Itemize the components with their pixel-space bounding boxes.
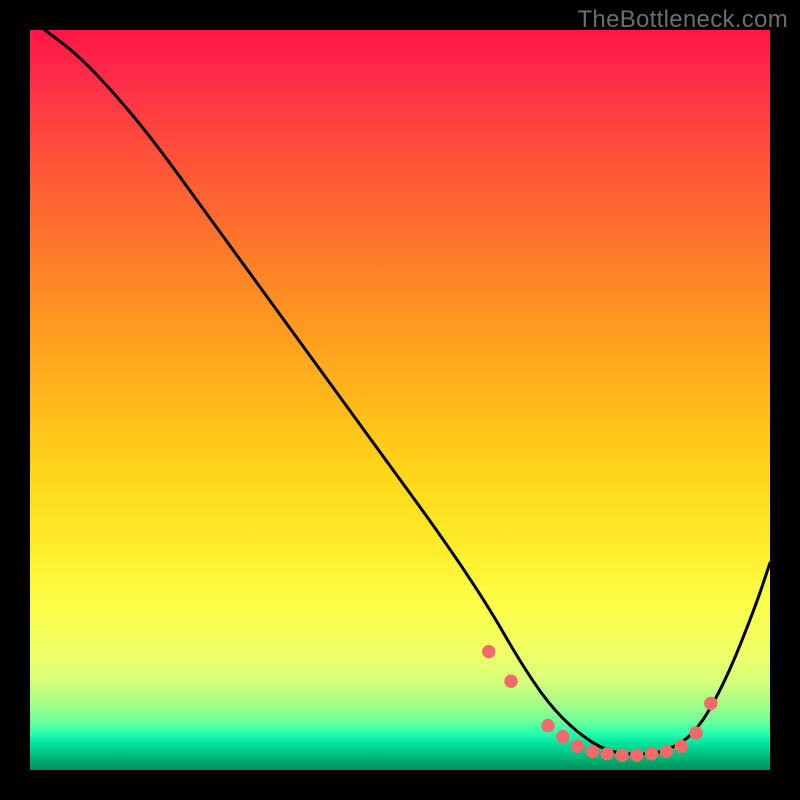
marker-dot bbox=[704, 697, 717, 710]
marker-dots-group bbox=[482, 645, 717, 762]
marker-dot bbox=[586, 745, 599, 758]
marker-dot bbox=[689, 726, 702, 739]
marker-dot bbox=[571, 740, 584, 753]
marker-dot bbox=[601, 747, 614, 760]
marker-dot bbox=[504, 675, 517, 688]
marker-dot bbox=[675, 740, 688, 753]
marker-dot bbox=[615, 749, 628, 762]
marker-dot bbox=[645, 747, 658, 760]
chart-frame: TheBottleneck.com bbox=[0, 0, 800, 800]
marker-dot bbox=[556, 730, 569, 743]
marker-dot bbox=[482, 645, 495, 658]
marker-dot bbox=[630, 749, 643, 762]
marker-dot bbox=[541, 719, 554, 732]
marker-dot bbox=[660, 745, 673, 758]
curve-layer bbox=[30, 30, 770, 770]
bottleneck-curve bbox=[45, 30, 770, 754]
